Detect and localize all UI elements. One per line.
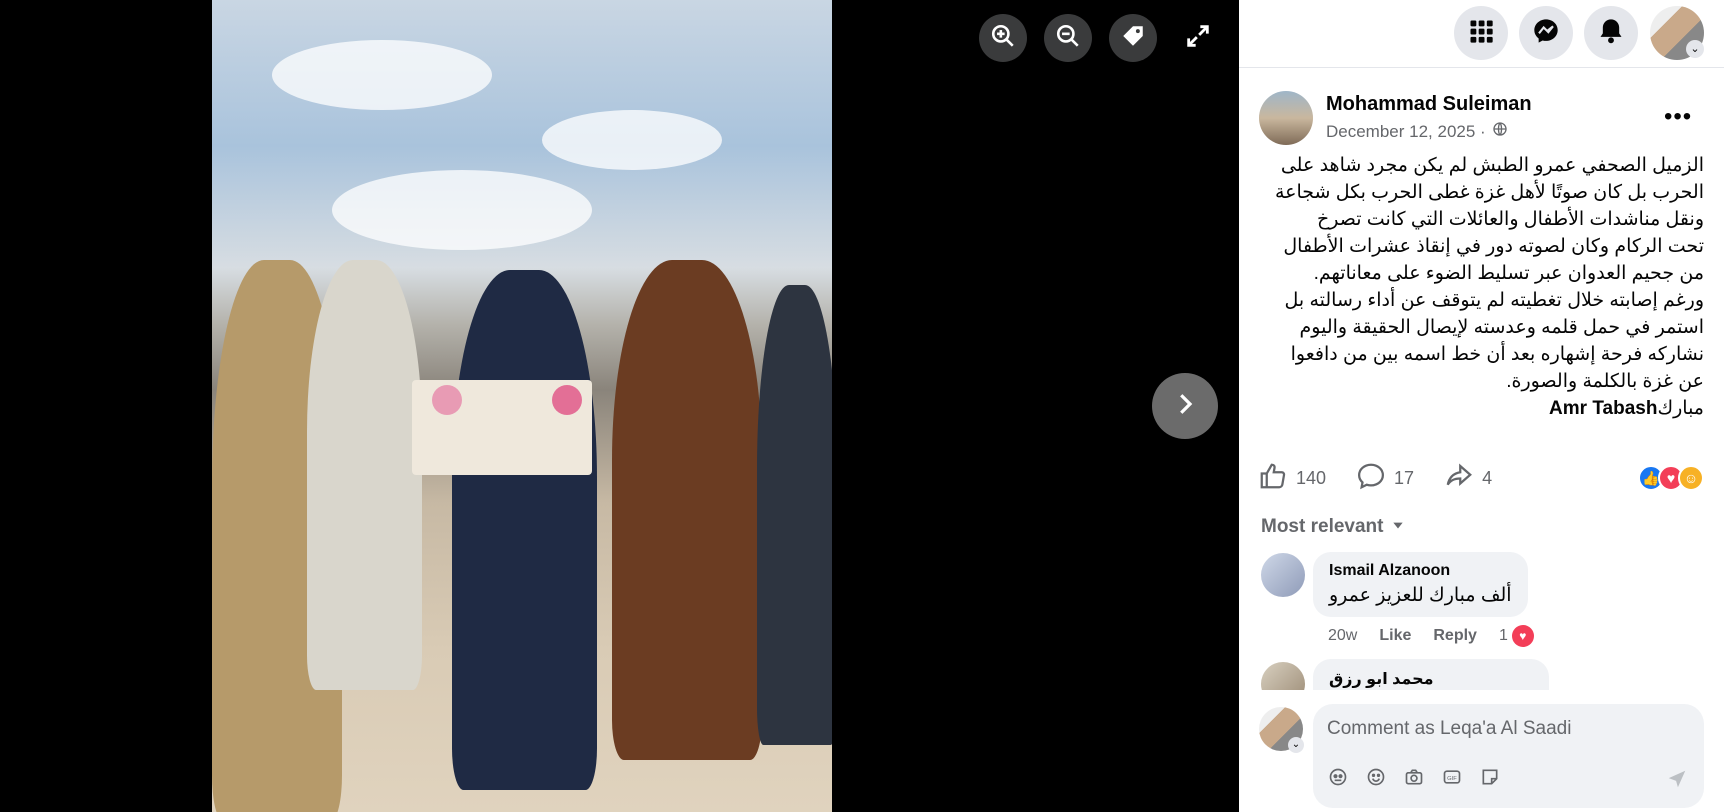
messenger-icon — [1532, 17, 1560, 50]
care-reaction-icon: ☺ — [1678, 465, 1704, 491]
likes-count: 140 — [1296, 467, 1327, 488]
heart-icon: ♥ — [1511, 625, 1534, 647]
bell-icon — [1597, 17, 1625, 50]
comment-avatar[interactable] — [1261, 662, 1305, 690]
post-line: نشاركه فرحة إشهاره بعد أن خط اسمه بين من… — [1290, 344, 1704, 365]
post-line: عن غزة بالكلمة والصورة. — [1506, 371, 1704, 392]
comment-button[interactable]: 17 — [1356, 461, 1414, 496]
more-options-icon[interactable]: ••• — [1664, 103, 1692, 131]
comment-clip: محمد ابو رزق — [1239, 655, 1724, 690]
post-photo — [212, 0, 832, 812]
messenger-button[interactable] — [1519, 6, 1573, 60]
tagged-name[interactable]: Amr Tabash — [1549, 398, 1657, 419]
share-button[interactable]: 4 — [1444, 461, 1492, 496]
post-text: الزميل الصحفي عمرو الطبش لم يكن مجرد شاه… — [1258, 152, 1704, 422]
globe-icon — [1492, 121, 1508, 142]
expand-icon — [1184, 22, 1212, 55]
photo-viewer — [0, 0, 1239, 812]
post-line: ورغم إصابته خلال تغطيته لم يتوقف عن أداء… — [1284, 290, 1704, 311]
reaction-summary[interactable]: 👍 ♥ ☺ — [1638, 465, 1704, 491]
tag-button[interactable] — [1109, 14, 1157, 62]
comment-composer: GIF — [1313, 704, 1704, 808]
send-icon[interactable] — [1666, 768, 1688, 795]
comment-like-button[interactable]: Like — [1379, 627, 1411, 645]
comment-sort-dropdown[interactable]: Most relevant — [1261, 516, 1405, 538]
comment-time[interactable]: 20w — [1328, 627, 1357, 645]
tag-icon — [1120, 23, 1146, 54]
gif-icon[interactable]: GIF — [1441, 766, 1463, 788]
post-line-prefix: مبارك — [1657, 398, 1704, 419]
comment-text: ألف مبارك للعزيز عمرو — [1329, 585, 1512, 606]
comment-avatar[interactable] — [1261, 553, 1305, 597]
post-line: الزميل الصحفي عمرو الطبش لم يكن مجرد شاه… — [1280, 155, 1704, 176]
next-photo-button[interactable] — [1152, 373, 1218, 439]
comment-bubble: محمد ابو رزق — [1313, 659, 1549, 690]
comment-reply-button[interactable]: Reply — [1433, 627, 1477, 645]
like-button[interactable]: 140 — [1258, 461, 1326, 496]
comment-actions: 20w Like Reply 1 ♥ — [1328, 625, 1534, 647]
emoji-icon[interactable] — [1365, 766, 1387, 788]
zoom-out-button[interactable] — [1044, 14, 1092, 62]
composer-tools: GIF — [1327, 766, 1501, 788]
zoom-out-icon — [1055, 23, 1081, 54]
post-line: استمر في حمل قلمه وعدسته لإيصال الحقيقة … — [1299, 317, 1704, 338]
post-line: مباركAmr Tabash — [1258, 395, 1704, 422]
comment-author[interactable]: محمد ابو رزق — [1329, 669, 1533, 689]
post-date[interactable]: December 12, 2025 · — [1326, 122, 1486, 142]
fullscreen-button[interactable] — [1178, 14, 1218, 62]
caret-down-icon — [1391, 516, 1405, 538]
notifications-button[interactable] — [1584, 6, 1638, 60]
chevron-down-icon[interactable]: ⌄ — [1288, 737, 1304, 753]
comment-bubble-icon — [1356, 461, 1386, 496]
sticker-icon[interactable] — [1479, 766, 1501, 788]
author-name[interactable]: Mohammad Suleiman — [1326, 93, 1532, 116]
chevron-down-icon[interactable]: ⌄ — [1686, 40, 1704, 58]
sort-label: Most relevant — [1261, 516, 1384, 537]
menu-button[interactable] — [1454, 6, 1508, 60]
comment-author[interactable]: Ismail Alzanoon — [1329, 562, 1512, 580]
comment-reactions[interactable]: 1 ♥ — [1499, 625, 1534, 647]
zoom-in-icon — [990, 23, 1016, 54]
post-meta: December 12, 2025 · — [1326, 121, 1508, 142]
comment-bubble: Ismail Alzanoon ألف مبارك للعزيز عمرو — [1313, 552, 1528, 617]
post-line: ونقل مناشدات الأطفال والعائلات التي كانت… — [1317, 209, 1704, 230]
comments-count: 17 — [1394, 467, 1415, 488]
post-line: الحرب بل كان صوتًا لأهل غزة غطى الحرب بك… — [1274, 182, 1704, 203]
chevron-right-icon — [1170, 389, 1200, 424]
grid-menu-icon — [1467, 17, 1495, 50]
svg-text:GIF: GIF — [1447, 776, 1457, 782]
thumbs-up-icon — [1258, 461, 1288, 496]
post-line: تحت الركام وكان لصوته دور في إنقاذ عشرات… — [1283, 236, 1704, 257]
author-avatar[interactable] — [1259, 91, 1313, 145]
shares-count: 4 — [1482, 467, 1493, 488]
comment-input[interactable] — [1327, 714, 1687, 744]
comment-reactions-count: 1 — [1498, 627, 1508, 644]
camera-icon[interactable] — [1403, 766, 1425, 788]
share-arrow-icon — [1444, 461, 1474, 496]
post-line: من جحيم العدوان عبر تسليط الضوء على معان… — [1313, 263, 1704, 284]
avatar-sticker-icon[interactable] — [1327, 766, 1349, 788]
zoom-in-button[interactable] — [979, 14, 1027, 62]
